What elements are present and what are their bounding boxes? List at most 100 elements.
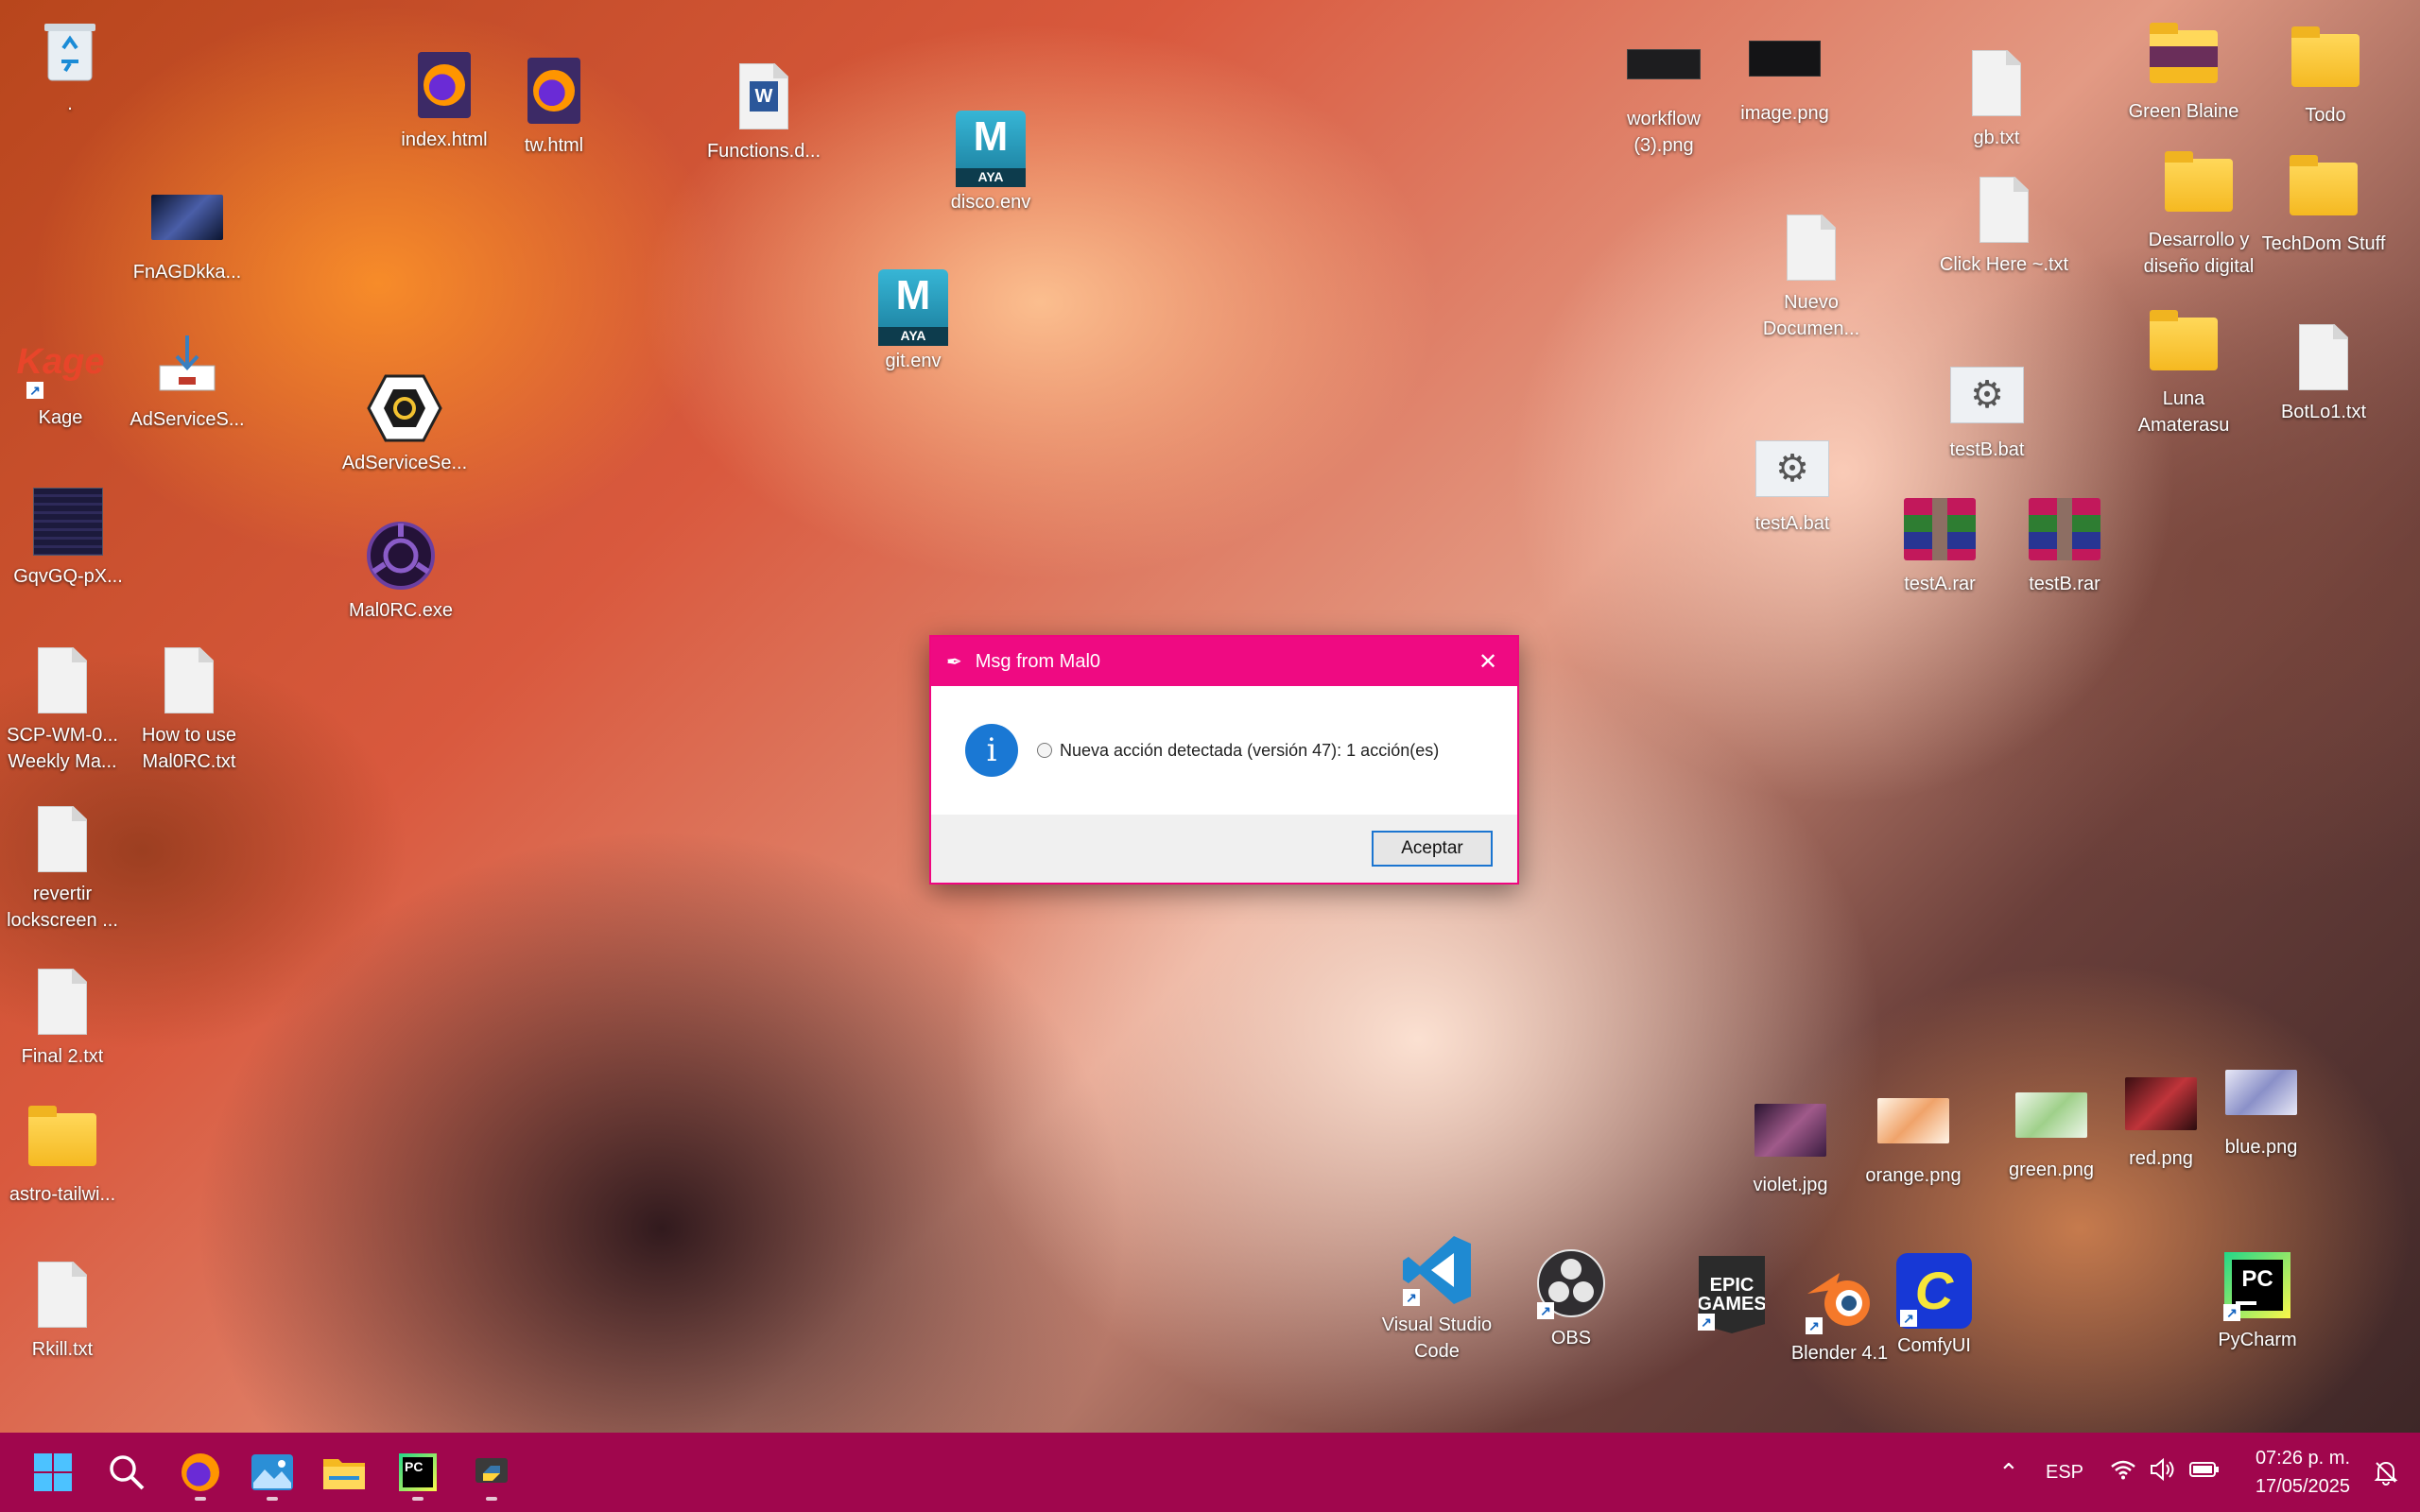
green-blaine-folder[interactable]: Green Blaine xyxy=(2118,19,2250,125)
image-thumbnail-icon xyxy=(1753,1092,1828,1168)
click-here-file[interactable]: Click Here ~.txt xyxy=(1938,172,2070,278)
taskbar-photos[interactable] xyxy=(244,1444,301,1501)
blue-png[interactable]: blue.png xyxy=(2195,1055,2327,1160)
comfyui-icon: C ↗ xyxy=(1896,1253,1972,1329)
gqvgq-file[interactable]: GqvGQ-pX... xyxy=(2,484,134,590)
image-thumbnail-icon xyxy=(30,484,106,559)
ok-button[interactable]: Aceptar xyxy=(1372,831,1493,867)
desarrollo-folder[interactable]: Desarrollo y diseño digital xyxy=(2133,147,2265,280)
message-dialog: ✒ Msg from Mal0 ✕ i Nueva acción detecta… xyxy=(929,635,1519,885)
shortcut-arrow-icon: ↗ xyxy=(1806,1317,1823,1334)
click-here-label: Click Here ~.txt xyxy=(1939,254,2069,275)
rkill-file[interactable]: Rkill.txt xyxy=(0,1257,129,1363)
image-png[interactable]: image.png xyxy=(1719,21,1851,127)
search-button[interactable] xyxy=(98,1444,155,1501)
taskbar-file-explorer[interactable] xyxy=(316,1444,372,1501)
taskbar-python[interactable] xyxy=(463,1444,520,1501)
botlo-label: BotLo1.txt xyxy=(2280,402,2367,422)
desarrollo-label: Desarrollo y diseño digital xyxy=(2143,230,2255,277)
pycharm-shortcut[interactable]: PC ↗ PyCharm xyxy=(2191,1247,2324,1353)
obs-label: OBS xyxy=(1550,1328,1592,1349)
testb-bat-label: testB.bat xyxy=(1949,439,2025,460)
obs-shortcut[interactable]: ↗ OBS xyxy=(1505,1246,1637,1351)
battery-icon[interactable] xyxy=(2189,1460,2220,1485)
adservices-file-1[interactable]: AdServiceS... xyxy=(121,327,253,433)
adservicese-file[interactable]: AdServiceSe... xyxy=(338,370,471,476)
dialog-message: Nueva acción detectada (versión 47): 1 a… xyxy=(1060,740,1440,760)
revertir-file[interactable]: revertir lockscreen ... xyxy=(0,801,129,934)
dialog-title-bar[interactable]: ✒ Msg from Mal0 ✕ xyxy=(931,637,1517,686)
close-icon[interactable]: ✕ xyxy=(1474,648,1502,676)
fnagd-file[interactable]: FnAGDkka... xyxy=(121,180,253,285)
functions-docx-file[interactable]: W Functions.d... xyxy=(698,59,830,164)
radio-indicator xyxy=(1037,743,1052,758)
luna-label: Luna Amaterasu xyxy=(2137,388,2230,436)
shortcut-arrow-icon: ↗ xyxy=(26,382,43,399)
language-indicator[interactable]: ESP xyxy=(2046,1462,2083,1484)
testb-bat-file[interactable]: ⚙ testB.bat xyxy=(1921,357,2053,463)
gb-txt-file[interactable]: gb.txt xyxy=(1930,45,2063,151)
workflow-label: workflow (3).png xyxy=(1627,109,1701,156)
green-blaine-label: Green Blaine xyxy=(2128,101,2239,122)
adservices-label-1: AdServiceS... xyxy=(130,409,245,430)
testa-rar-file[interactable]: testA.rar xyxy=(1874,491,2006,597)
scp-weekly-file[interactable]: SCP-WM-0... Weekly Ma... xyxy=(0,643,129,775)
shortcut-arrow-icon: ↗ xyxy=(1537,1302,1554,1319)
clock-date: 17/05/2025 xyxy=(2255,1476,2350,1497)
text-document-icon xyxy=(25,643,100,718)
firefox-icon xyxy=(182,1453,219,1491)
volume-icon[interactable] xyxy=(2150,1457,2176,1486)
comfyui-shortcut[interactable]: C ↗ ComfyUI xyxy=(1868,1253,2000,1359)
gqvgq-label: GqvGQ-pX... xyxy=(13,566,123,587)
astro-folder[interactable]: astro-tailwi... xyxy=(0,1102,129,1208)
install-package-icon xyxy=(149,327,225,403)
revertir-label: revertir lockscreen ... xyxy=(7,884,118,931)
gear-icon: ⚙ xyxy=(1754,431,1830,507)
taskbar-firefox[interactable] xyxy=(172,1444,229,1501)
testb-rar-file[interactable]: testB.rar xyxy=(1998,491,2131,597)
taskbar-pycharm[interactable]: PC xyxy=(389,1444,446,1501)
kage-shortcut[interactable]: Kage ↗ Kage xyxy=(0,325,127,431)
dialog-footer: Aceptar xyxy=(931,815,1517,883)
text-document-icon xyxy=(1773,210,1849,285)
image-thumbnail-icon xyxy=(1876,1083,1951,1159)
start-button[interactable] xyxy=(25,1444,81,1501)
how-to-use-file[interactable]: How to use Mal0RC.txt xyxy=(123,643,255,775)
final2-label: Final 2.txt xyxy=(21,1046,104,1067)
taskbar-clock[interactable]: 07:26 p. m. 17/05/2025 xyxy=(2256,1444,2350,1501)
firefox-document-icon xyxy=(516,53,592,129)
testb-rar-label: testB.rar xyxy=(2029,574,2100,594)
testa-bat-file[interactable]: ⚙ testA.bat xyxy=(1726,431,1858,537)
luna-folder[interactable]: Luna Amaterasu xyxy=(2118,306,2250,438)
wifi-icon[interactable] xyxy=(2110,1459,2136,1486)
word-document-icon: W xyxy=(726,59,802,134)
botlo-file[interactable]: BotLo1.txt xyxy=(2257,319,2390,425)
git-env-file[interactable]: M AYA git.env xyxy=(847,268,979,374)
kage-label: Kage xyxy=(38,407,83,428)
shortcut-arrow-icon: ↗ xyxy=(1900,1310,1917,1327)
chevron-up-icon[interactable]: ⌃ xyxy=(1998,1458,2019,1487)
techdom-folder[interactable]: TechDom Stuff xyxy=(2257,151,2390,257)
final2-file[interactable]: Final 2.txt xyxy=(0,964,129,1070)
adservicese-label: AdServiceSe... xyxy=(341,453,468,473)
text-document-icon xyxy=(25,1257,100,1332)
recycle-bin-icon[interactable]: . xyxy=(4,11,136,117)
vscode-shortcut[interactable]: ↗ Visual Studio Code xyxy=(1371,1232,1503,1365)
notification-bell-icon[interactable] xyxy=(2373,1459,2399,1490)
windows-logo-icon xyxy=(34,1453,72,1491)
folder-icon xyxy=(25,1102,100,1177)
orange-png[interactable]: orange.png xyxy=(1847,1083,1979,1189)
testa-bat-label: testA.bat xyxy=(1754,513,1830,534)
todo-folder[interactable]: Todo xyxy=(2259,23,2392,129)
maya-icon: M AYA xyxy=(875,268,951,346)
hexagon-app-icon xyxy=(367,370,442,446)
disco-env-file[interactable]: M AYA disco.env xyxy=(925,110,1057,215)
violet-jpg[interactable]: violet.jpg xyxy=(1724,1092,1857,1198)
mal0rc-exe[interactable]: Mal0RC.exe xyxy=(335,518,467,624)
workflow-png[interactable]: workflow (3).png xyxy=(1598,26,1730,159)
how-to-use-label: How to use Mal0RC.txt xyxy=(141,725,237,772)
nuevo-documento-file[interactable]: Nuevo Documen... xyxy=(1745,210,1877,342)
image-thumbnail-icon xyxy=(2223,1055,2299,1130)
tw-html-file[interactable]: tw.html xyxy=(488,53,620,159)
fnagd-label: FnAGDkka... xyxy=(132,262,242,283)
